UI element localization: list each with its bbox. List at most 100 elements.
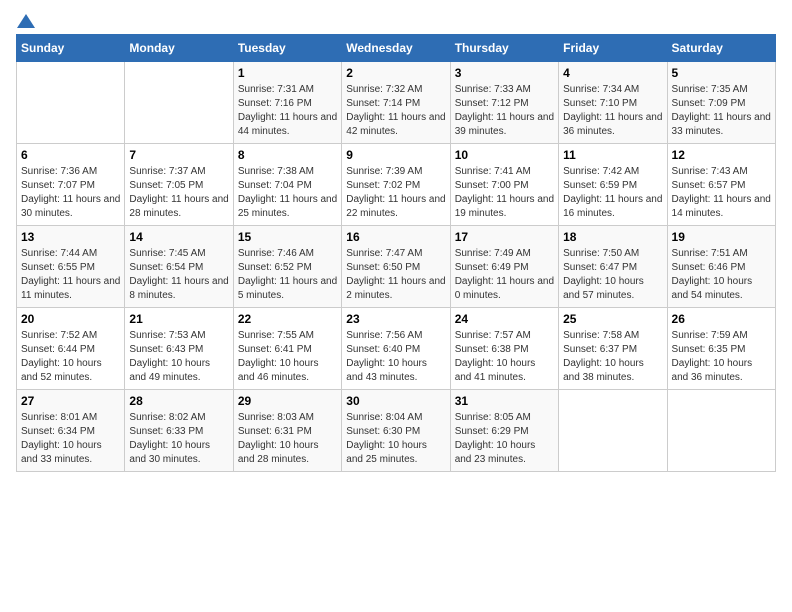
logo bbox=[16, 16, 35, 26]
day-cell: 30 Sunrise: 8:04 AM Sunset: 6:30 PM Dayli… bbox=[342, 390, 450, 472]
day-info: Sunrise: 7:42 AM Sunset: 6:59 PM Dayligh… bbox=[563, 165, 662, 221]
week-row-5: 27 Sunrise: 8:01 AM Sunset: 6:34 PM Dayli… bbox=[17, 390, 776, 472]
day-cell: 15Sunrise: 7:46 AM Sunset: 6:52 PM Dayli… bbox=[233, 226, 341, 308]
day-cell: 18 Sunrise: 7:50 AM Sunset: 6:47 PM Dayli… bbox=[559, 226, 667, 308]
day-cell: 3 Sunrise: 7:33 AM Sunset: 7:12 PM Daylig… bbox=[450, 62, 558, 144]
day-number: 19 bbox=[672, 230, 771, 244]
week-row-4: 20 Sunrise: 7:52 AM Sunset: 6:44 PM Dayli… bbox=[17, 308, 776, 390]
column-header-monday: Monday bbox=[125, 35, 233, 62]
day-number: 7 bbox=[129, 148, 228, 162]
day-number: 20 bbox=[21, 312, 120, 326]
day-info: Sunrise: 7:59 AM Sunset: 6:35 PM Dayligh… bbox=[672, 329, 771, 385]
day-number: 15 bbox=[238, 230, 337, 244]
day-number: 23 bbox=[346, 312, 445, 326]
day-info: Sunrise: 7:45 AM Sunset: 6:54 PM Dayligh… bbox=[129, 247, 228, 303]
day-info: Sunrise: 7:33 AM Sunset: 7:12 PM Dayligh… bbox=[455, 83, 554, 139]
day-info: Sunrise: 7:34 AM Sunset: 7:10 PM Dayligh… bbox=[563, 83, 662, 139]
day-cell bbox=[125, 62, 233, 144]
day-cell bbox=[559, 390, 667, 472]
column-header-tuesday: Tuesday bbox=[233, 35, 341, 62]
day-info: Sunrise: 7:58 AM Sunset: 6:37 PM Dayligh… bbox=[563, 329, 662, 385]
day-info: Sunrise: 7:53 AM Sunset: 6:43 PM Dayligh… bbox=[129, 329, 228, 385]
day-number: 29 bbox=[238, 394, 337, 408]
day-cell: 28 Sunrise: 8:02 AM Sunset: 6:33 PM Dayli… bbox=[125, 390, 233, 472]
day-cell: 25 Sunrise: 7:58 AM Sunset: 6:37 PM Dayli… bbox=[559, 308, 667, 390]
column-header-thursday: Thursday bbox=[450, 35, 558, 62]
day-info: Sunrise: 7:52 AM Sunset: 6:44 PM Dayligh… bbox=[21, 329, 120, 385]
day-info: Sunrise: 7:38 AM Sunset: 7:04 PM Dayligh… bbox=[238, 165, 337, 221]
day-info: Sunrise: 8:04 AM Sunset: 6:30 PM Dayligh… bbox=[346, 411, 445, 467]
day-number: 10 bbox=[455, 148, 554, 162]
day-number: 22 bbox=[238, 312, 337, 326]
day-number: 16 bbox=[346, 230, 445, 244]
day-cell: 20 Sunrise: 7:52 AM Sunset: 6:44 PM Dayli… bbox=[17, 308, 125, 390]
day-cell: 22 Sunrise: 7:55 AM Sunset: 6:41 PM Dayli… bbox=[233, 308, 341, 390]
day-number: 13 bbox=[21, 230, 120, 244]
day-cell: 6Sunrise: 7:36 AM Sunset: 7:07 PM Daylig… bbox=[17, 144, 125, 226]
day-info: Sunrise: 8:03 AM Sunset: 6:31 PM Dayligh… bbox=[238, 411, 337, 467]
day-info: Sunrise: 7:32 AM Sunset: 7:14 PM Dayligh… bbox=[346, 83, 445, 139]
day-cell: 27 Sunrise: 8:01 AM Sunset: 6:34 PM Dayli… bbox=[17, 390, 125, 472]
day-info: Sunrise: 7:44 AM Sunset: 6:55 PM Dayligh… bbox=[21, 247, 120, 303]
day-cell: 1Sunrise: 7:31 AM Sunset: 7:16 PM Daylig… bbox=[233, 62, 341, 144]
day-info: Sunrise: 8:02 AM Sunset: 6:33 PM Dayligh… bbox=[129, 411, 228, 467]
day-cell: 19 Sunrise: 7:51 AM Sunset: 6:46 PM Dayli… bbox=[667, 226, 775, 308]
day-info: Sunrise: 7:50 AM Sunset: 6:47 PM Dayligh… bbox=[563, 247, 662, 303]
week-row-1: 1Sunrise: 7:31 AM Sunset: 7:16 PM Daylig… bbox=[17, 62, 776, 144]
day-info: Sunrise: 7:43 AM Sunset: 6:57 PM Dayligh… bbox=[672, 165, 771, 221]
column-header-saturday: Saturday bbox=[667, 35, 775, 62]
day-info: Sunrise: 7:39 AM Sunset: 7:02 PM Dayligh… bbox=[346, 165, 445, 221]
day-info: Sunrise: 7:41 AM Sunset: 7:00 PM Dayligh… bbox=[455, 165, 554, 221]
day-cell: 4 Sunrise: 7:34 AM Sunset: 7:10 PM Daylig… bbox=[559, 62, 667, 144]
logo-bird-icon bbox=[17, 12, 35, 30]
day-info: Sunrise: 7:47 AM Sunset: 6:50 PM Dayligh… bbox=[346, 247, 445, 303]
day-info: Sunrise: 7:56 AM Sunset: 6:40 PM Dayligh… bbox=[346, 329, 445, 385]
column-header-wednesday: Wednesday bbox=[342, 35, 450, 62]
page-header bbox=[16, 16, 776, 26]
day-info: Sunrise: 7:55 AM Sunset: 6:41 PM Dayligh… bbox=[238, 329, 337, 385]
week-row-2: 6Sunrise: 7:36 AM Sunset: 7:07 PM Daylig… bbox=[17, 144, 776, 226]
day-number: 30 bbox=[346, 394, 445, 408]
day-number: 1 bbox=[238, 66, 337, 80]
day-cell: 26 Sunrise: 7:59 AM Sunset: 6:35 PM Dayli… bbox=[667, 308, 775, 390]
day-cell: 23 Sunrise: 7:56 AM Sunset: 6:40 PM Dayli… bbox=[342, 308, 450, 390]
day-number: 9 bbox=[346, 148, 445, 162]
day-number: 4 bbox=[563, 66, 662, 80]
day-info: Sunrise: 7:36 AM Sunset: 7:07 PM Dayligh… bbox=[21, 165, 120, 221]
day-cell: 8 Sunrise: 7:38 AM Sunset: 7:04 PM Daylig… bbox=[233, 144, 341, 226]
day-number: 2 bbox=[346, 66, 445, 80]
column-header-sunday: Sunday bbox=[17, 35, 125, 62]
day-number: 24 bbox=[455, 312, 554, 326]
day-cell: 13 Sunrise: 7:44 AM Sunset: 6:55 PM Dayli… bbox=[17, 226, 125, 308]
day-number: 25 bbox=[563, 312, 662, 326]
day-number: 14 bbox=[129, 230, 228, 244]
day-info: Sunrise: 7:35 AM Sunset: 7:09 PM Dayligh… bbox=[672, 83, 771, 139]
day-number: 11 bbox=[563, 148, 662, 162]
day-cell: 11 Sunrise: 7:42 AM Sunset: 6:59 PM Dayli… bbox=[559, 144, 667, 226]
day-cell: 10 Sunrise: 7:41 AM Sunset: 7:00 PM Dayli… bbox=[450, 144, 558, 226]
day-info: Sunrise: 8:05 AM Sunset: 6:29 PM Dayligh… bbox=[455, 411, 554, 467]
calendar-table: SundayMondayTuesdayWednesdayThursdayFrid… bbox=[16, 34, 776, 472]
day-cell: 5 Sunrise: 7:35 AM Sunset: 7:09 PM Daylig… bbox=[667, 62, 775, 144]
day-number: 12 bbox=[672, 148, 771, 162]
day-number: 3 bbox=[455, 66, 554, 80]
day-number: 8 bbox=[238, 148, 337, 162]
day-cell bbox=[17, 62, 125, 144]
day-number: 21 bbox=[129, 312, 228, 326]
day-info: Sunrise: 8:01 AM Sunset: 6:34 PM Dayligh… bbox=[21, 411, 120, 467]
day-number: 18 bbox=[563, 230, 662, 244]
day-number: 26 bbox=[672, 312, 771, 326]
day-info: Sunrise: 7:51 AM Sunset: 6:46 PM Dayligh… bbox=[672, 247, 771, 303]
day-number: 5 bbox=[672, 66, 771, 80]
day-cell: 7Sunrise: 7:37 AM Sunset: 7:05 PM Daylig… bbox=[125, 144, 233, 226]
day-cell: 9 Sunrise: 7:39 AM Sunset: 7:02 PM Daylig… bbox=[342, 144, 450, 226]
day-number: 27 bbox=[21, 394, 120, 408]
day-cell: 17Sunrise: 7:49 AM Sunset: 6:49 PM Dayli… bbox=[450, 226, 558, 308]
day-cell bbox=[667, 390, 775, 472]
day-number: 17 bbox=[455, 230, 554, 244]
day-number: 31 bbox=[455, 394, 554, 408]
day-cell: 31 Sunrise: 8:05 AM Sunset: 6:29 PM Dayli… bbox=[450, 390, 558, 472]
day-number: 28 bbox=[129, 394, 228, 408]
column-header-friday: Friday bbox=[559, 35, 667, 62]
day-cell: 29 Sunrise: 8:03 AM Sunset: 6:31 PM Dayli… bbox=[233, 390, 341, 472]
